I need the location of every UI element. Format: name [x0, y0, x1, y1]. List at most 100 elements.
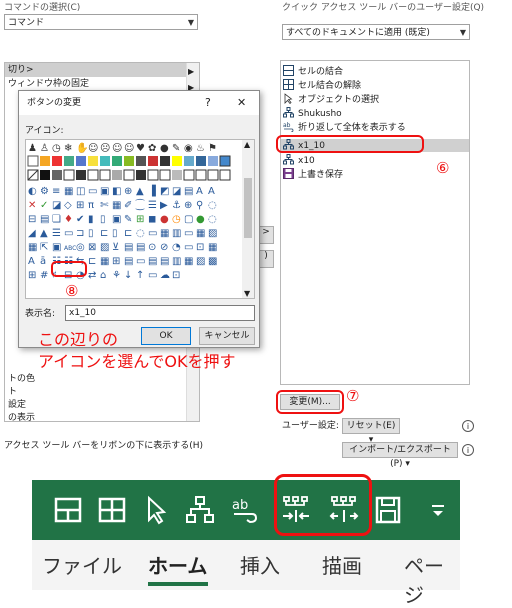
svg-text:◼: ◼	[148, 214, 156, 225]
svg-text:#: #	[40, 270, 48, 281]
svg-text:▭: ▭	[184, 242, 193, 253]
svg-text:▨: ▨	[196, 256, 205, 267]
macro-icon[interactable]	[184, 494, 216, 526]
scroll-thumb[interactable]	[244, 178, 252, 238]
marker-8: ⑧	[65, 282, 79, 300]
display-name-input[interactable]: x1_10	[65, 305, 255, 321]
svg-text:☰: ☰	[52, 228, 61, 239]
command-select[interactable]: コマンド ▼	[4, 14, 198, 30]
close-icon[interactable]: ✕	[237, 96, 246, 109]
svg-text:▣: ▣	[100, 186, 109, 197]
info-icon: i	[462, 420, 474, 432]
unmerge-cells-icon[interactable]	[96, 494, 128, 526]
merge-cells-icon[interactable]	[52, 494, 84, 526]
add-button[interactable]: >	[258, 226, 274, 244]
tab-home[interactable]: ホーム	[148, 550, 207, 579]
wrap-text-icon[interactable]: ab	[228, 494, 260, 526]
svg-text:☺: ☺	[112, 143, 122, 154]
help-button[interactable]: ?	[205, 96, 211, 109]
import-export-button[interactable]: インポート/エクスポート(P) ▾	[342, 442, 458, 469]
svg-text:π: π	[88, 200, 94, 211]
merge-cells-icon	[283, 65, 294, 76]
svg-text:▤: ▤	[124, 242, 133, 253]
tab-insert[interactable]: 挿入	[240, 550, 280, 579]
display-name-label: 表示名:	[25, 309, 56, 319]
marker-7: ⑦	[346, 387, 360, 405]
svg-text:⁐: ⁐	[135, 198, 145, 211]
svg-text:⚓: ⚓	[172, 200, 181, 211]
svg-text:✕: ✕	[28, 200, 36, 211]
expand-arrow-icon[interactable]: ▶	[188, 67, 194, 76]
list-item[interactable]: セルの結合	[281, 65, 469, 78]
select-objects-icon	[283, 93, 294, 105]
svg-text:▦: ▦	[64, 186, 73, 197]
list-item[interactable]: オブジェクトの選択	[281, 93, 469, 106]
svg-text:◫: ◫	[76, 186, 85, 197]
svg-text:A: A	[208, 186, 215, 197]
list-item[interactable]: ab 折り返して全体を表示する	[281, 121, 469, 134]
document-scope-value: すべてのドキュメントに適用 (既定)	[286, 28, 430, 38]
scroll-down-icon[interactable]: ▼	[244, 289, 250, 298]
chevron-down-icon: ▼	[187, 18, 194, 27]
highlight-new-buttons	[274, 474, 372, 536]
highlight-modify-button	[276, 390, 344, 414]
svg-text:▐: ▐	[148, 184, 156, 197]
show-below-ribbon-label[interactable]: アクセス ツール バーをリボンの下に表示する(H)	[4, 440, 203, 452]
active-tab-underline	[148, 582, 208, 586]
svg-text:⊕: ⊕	[124, 186, 132, 197]
svg-text:▨: ▨	[208, 228, 217, 239]
list-item[interactable]: ト	[8, 386, 17, 398]
svg-text:▲: ▲	[136, 186, 144, 197]
save-icon[interactable]	[372, 494, 404, 526]
svg-text:⇄: ⇄	[88, 270, 96, 281]
customize-dropdown-icon[interactable]	[422, 494, 454, 526]
remove-button[interactable]: )	[258, 250, 274, 268]
svg-text:⊡: ⊡	[172, 270, 180, 281]
tab-draw[interactable]: 描画	[322, 550, 362, 579]
svg-text:◧: ◧	[112, 186, 121, 197]
svg-text:▦: ▦	[208, 242, 217, 253]
dialog-titlebar: ボタンの変更 ? ✕	[19, 91, 259, 115]
ok-button[interactable]: OK	[141, 327, 191, 345]
select-objects-icon[interactable]	[140, 494, 172, 526]
right-combo-label: クイック アクセス ツール バーのユーザー設定(Q)	[282, 3, 485, 13]
svg-text:▭: ▭	[88, 186, 97, 197]
svg-text:▩: ▩	[208, 256, 217, 267]
cancel-button[interactable]: キャンセル	[199, 327, 255, 345]
document-scope-select[interactable]: すべてのドキュメントに適用 (既定) ▼	[282, 24, 470, 40]
svg-text:▨: ▨	[100, 242, 109, 253]
svg-text:⚲: ⚲	[196, 200, 203, 211]
svg-text:◌: ◌	[208, 214, 217, 225]
list-item[interactable]: セル結合の解除	[281, 79, 469, 92]
list-item[interactable]: 設定	[8, 399, 26, 411]
svg-text:▮: ▮	[88, 214, 94, 225]
quick-access-list[interactable]: セルの結合 セル結合の解除 オブジェクトの選択 Shukusho ab 折り返して…	[280, 60, 470, 385]
list-item[interactable]: の表示	[8, 412, 35, 424]
svg-text:✋: ✋	[76, 141, 88, 154]
svg-text:▤: ▤	[124, 256, 133, 267]
svg-text:▭: ▭	[136, 256, 145, 267]
svg-text:⊘: ⊘	[160, 242, 168, 253]
svg-text:●: ●	[160, 214, 169, 225]
icon-grid-scrollbar[interactable]: ▲ ▼	[242, 140, 254, 298]
list-item[interactable]: 切り>	[5, 63, 199, 77]
svg-text:✓: ✓	[40, 200, 48, 211]
svg-text:♦: ♦	[64, 214, 73, 225]
tab-page[interactable]: ページ	[404, 550, 460, 608]
list-item-label: セルの結合	[298, 67, 344, 77]
list-item-label: セル結合の解除	[298, 81, 362, 91]
svg-text:↑: ↑	[136, 270, 144, 281]
list-item[interactable]: Shukusho	[281, 107, 469, 120]
svg-text:◪: ◪	[52, 200, 61, 211]
svg-text:⊡: ⊡	[196, 242, 204, 253]
svg-text:⚙: ⚙	[40, 186, 49, 197]
list-item[interactable]: ウィンドウ枠の固定	[5, 77, 199, 91]
svg-text:◉: ◉	[184, 143, 193, 154]
tab-file[interactable]: ファイル	[42, 550, 122, 579]
scroll-up-icon[interactable]: ▲	[244, 140, 250, 149]
list-item[interactable]: トの色	[8, 373, 35, 385]
svg-text:⊞: ⊞	[28, 270, 36, 281]
svg-text:◐: ◐	[28, 186, 37, 197]
svg-text:▭: ▭	[148, 270, 157, 281]
reset-button[interactable]: リセット(E) ▾	[342, 418, 400, 445]
